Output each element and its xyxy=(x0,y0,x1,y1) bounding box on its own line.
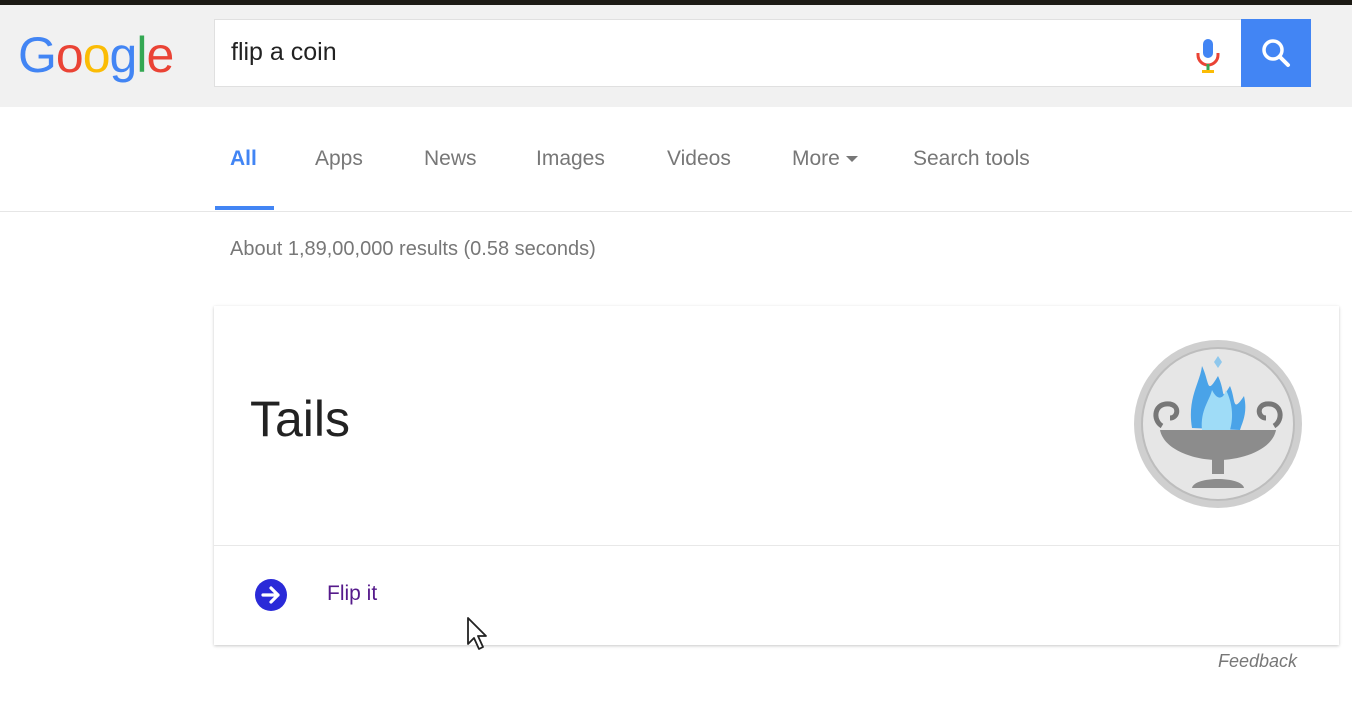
coin-result-text: Tails xyxy=(250,391,351,447)
search-query-text: flip a coin xyxy=(231,38,337,66)
caret-down-icon xyxy=(845,156,858,163)
search-icon xyxy=(1262,39,1290,67)
mouse-cursor-icon xyxy=(467,617,487,650)
tab-search-tools[interactable]: Search tools xyxy=(913,147,1030,171)
tab-images[interactable]: Images xyxy=(536,147,605,171)
microphone-icon[interactable] xyxy=(1193,37,1223,75)
google-logo[interactable]: Google xyxy=(18,27,174,83)
search-header: Google flip a coin xyxy=(0,5,1352,107)
search-input[interactable]: flip a coin xyxy=(214,19,1241,87)
tab-more-label: More xyxy=(792,147,840,170)
tab-all[interactable]: All xyxy=(230,147,257,171)
feedback-link[interactable]: Feedback xyxy=(1218,651,1297,672)
tails-coin-icon xyxy=(1134,340,1302,508)
arrow-right-circle-icon xyxy=(255,579,287,611)
tab-videos[interactable]: Videos xyxy=(667,147,731,171)
tab-more[interactable]: More xyxy=(792,147,858,171)
result-stats: About 1,89,00,000 results (0.58 seconds) xyxy=(230,238,596,260)
tab-apps[interactable]: Apps xyxy=(315,147,363,171)
flip-it-button[interactable]: Flip it xyxy=(214,546,1339,645)
search-button[interactable] xyxy=(1241,19,1311,87)
tab-news[interactable]: News xyxy=(424,147,477,171)
flip-it-label: Flip it xyxy=(327,582,378,605)
coin-result-panel: Tails xyxy=(214,306,1339,546)
active-tab-indicator xyxy=(215,206,274,210)
coin-flip-card: Tails Flip it xyxy=(214,306,1339,645)
search-tabs: All Apps News Images Videos More Search … xyxy=(0,107,1352,212)
